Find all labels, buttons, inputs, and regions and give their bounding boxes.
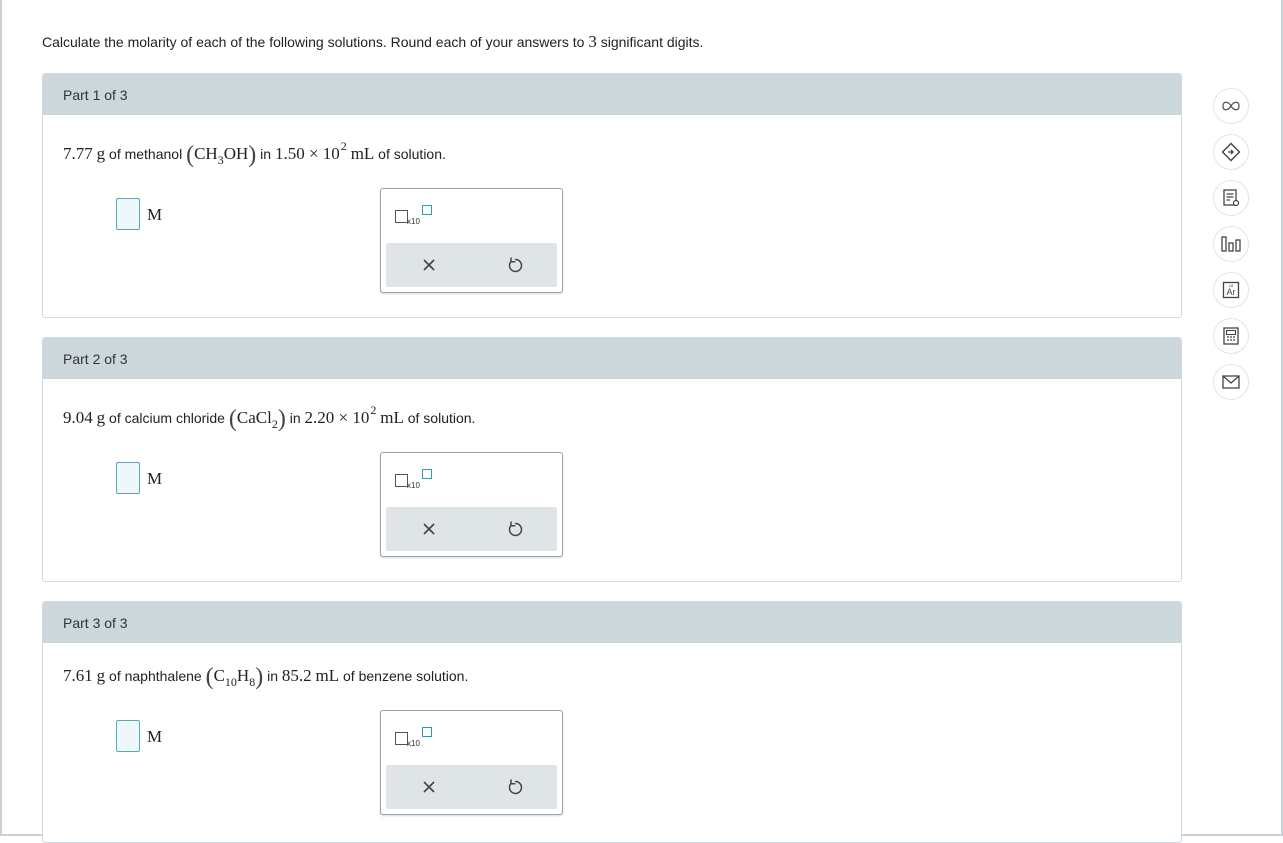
part-header: Part 2 of 3 (43, 338, 1181, 379)
periodic-table-icon: Ar18 (1222, 281, 1240, 299)
question-text: 9.04 g of calcium chloride (CaCl2) in 2.… (63, 403, 476, 432)
infinity-icon (1222, 101, 1240, 111)
part-header: Part 1 of 3 (43, 74, 1181, 115)
x10-label: x10 (407, 481, 420, 490)
undo-button[interactable] (505, 255, 525, 275)
explanation-icon (1221, 142, 1241, 162)
x10-label: x10 (407, 217, 420, 226)
scientific-notation-button[interactable]: x10 (395, 469, 435, 490)
unit-label: M (147, 205, 163, 224)
infinity-button[interactable] (1213, 88, 1249, 124)
undo-button[interactable] (505, 519, 525, 539)
part-3-panel: Part 3 of 3 7.61 g of naphthalene (C10H8… (42, 601, 1182, 843)
close-icon (423, 781, 435, 793)
exponent-box (422, 727, 432, 737)
exponent-box (422, 469, 432, 479)
answer-input[interactable] (116, 462, 140, 494)
clear-button[interactable] (419, 777, 439, 797)
x10-label: x10 (407, 739, 420, 748)
close-icon (423, 259, 435, 271)
math-toolpanel: x10 (380, 710, 563, 815)
tool-actions-row (386, 243, 557, 287)
data-button[interactable] (1213, 226, 1249, 262)
part-1-panel: Part 1 of 3 7.77 g of methanol (CH3OH) i… (42, 73, 1182, 318)
instructions-text: Calculate the molarity of each of the fo… (42, 32, 704, 51)
answer-input[interactable] (116, 720, 140, 752)
tool-actions-row (386, 507, 557, 551)
svg-text:18: 18 (1229, 283, 1234, 288)
worksheet-icon (1223, 189, 1240, 207)
exponent-box (422, 205, 432, 215)
math-toolpanel: x10 (380, 188, 563, 293)
answer-input[interactable] (116, 198, 140, 230)
explanation-button[interactable] (1213, 134, 1249, 170)
tool-actions-row (386, 765, 557, 809)
undo-button[interactable] (505, 777, 525, 797)
unit-label: M (147, 727, 163, 746)
clear-button[interactable] (419, 519, 439, 539)
undo-icon (508, 521, 523, 537)
part-2-panel: Part 2 of 3 9.04 g of calcium chloride (… (42, 337, 1182, 582)
unit-label: M (147, 469, 163, 488)
calculator-button[interactable] (1213, 318, 1249, 354)
clear-button[interactable] (419, 255, 439, 275)
left-frame-border (0, 0, 2, 836)
question-text: 7.61 g of naphthalene (C10H8) in 85.2 mL… (63, 664, 469, 690)
close-icon (423, 523, 435, 535)
email-button[interactable] (1213, 364, 1249, 400)
math-toolpanel: x10 (380, 452, 563, 557)
undo-icon (508, 257, 523, 273)
scientific-notation-button[interactable]: x10 (395, 205, 435, 226)
worksheet-button[interactable] (1213, 180, 1249, 216)
email-icon (1222, 375, 1240, 389)
undo-icon (508, 779, 523, 795)
question-text: 7.77 g of methanol (CH3OH) in 1.50 × 102… (63, 139, 446, 168)
periodic-table-button[interactable]: Ar 18 (1213, 272, 1249, 308)
part-header: Part 3 of 3 (43, 602, 1181, 643)
scientific-notation-button[interactable]: x10 (395, 727, 435, 748)
svg-text:Ar: Ar (1227, 287, 1236, 297)
calculator-icon (1223, 327, 1239, 345)
data-chart-icon (1221, 236, 1241, 252)
